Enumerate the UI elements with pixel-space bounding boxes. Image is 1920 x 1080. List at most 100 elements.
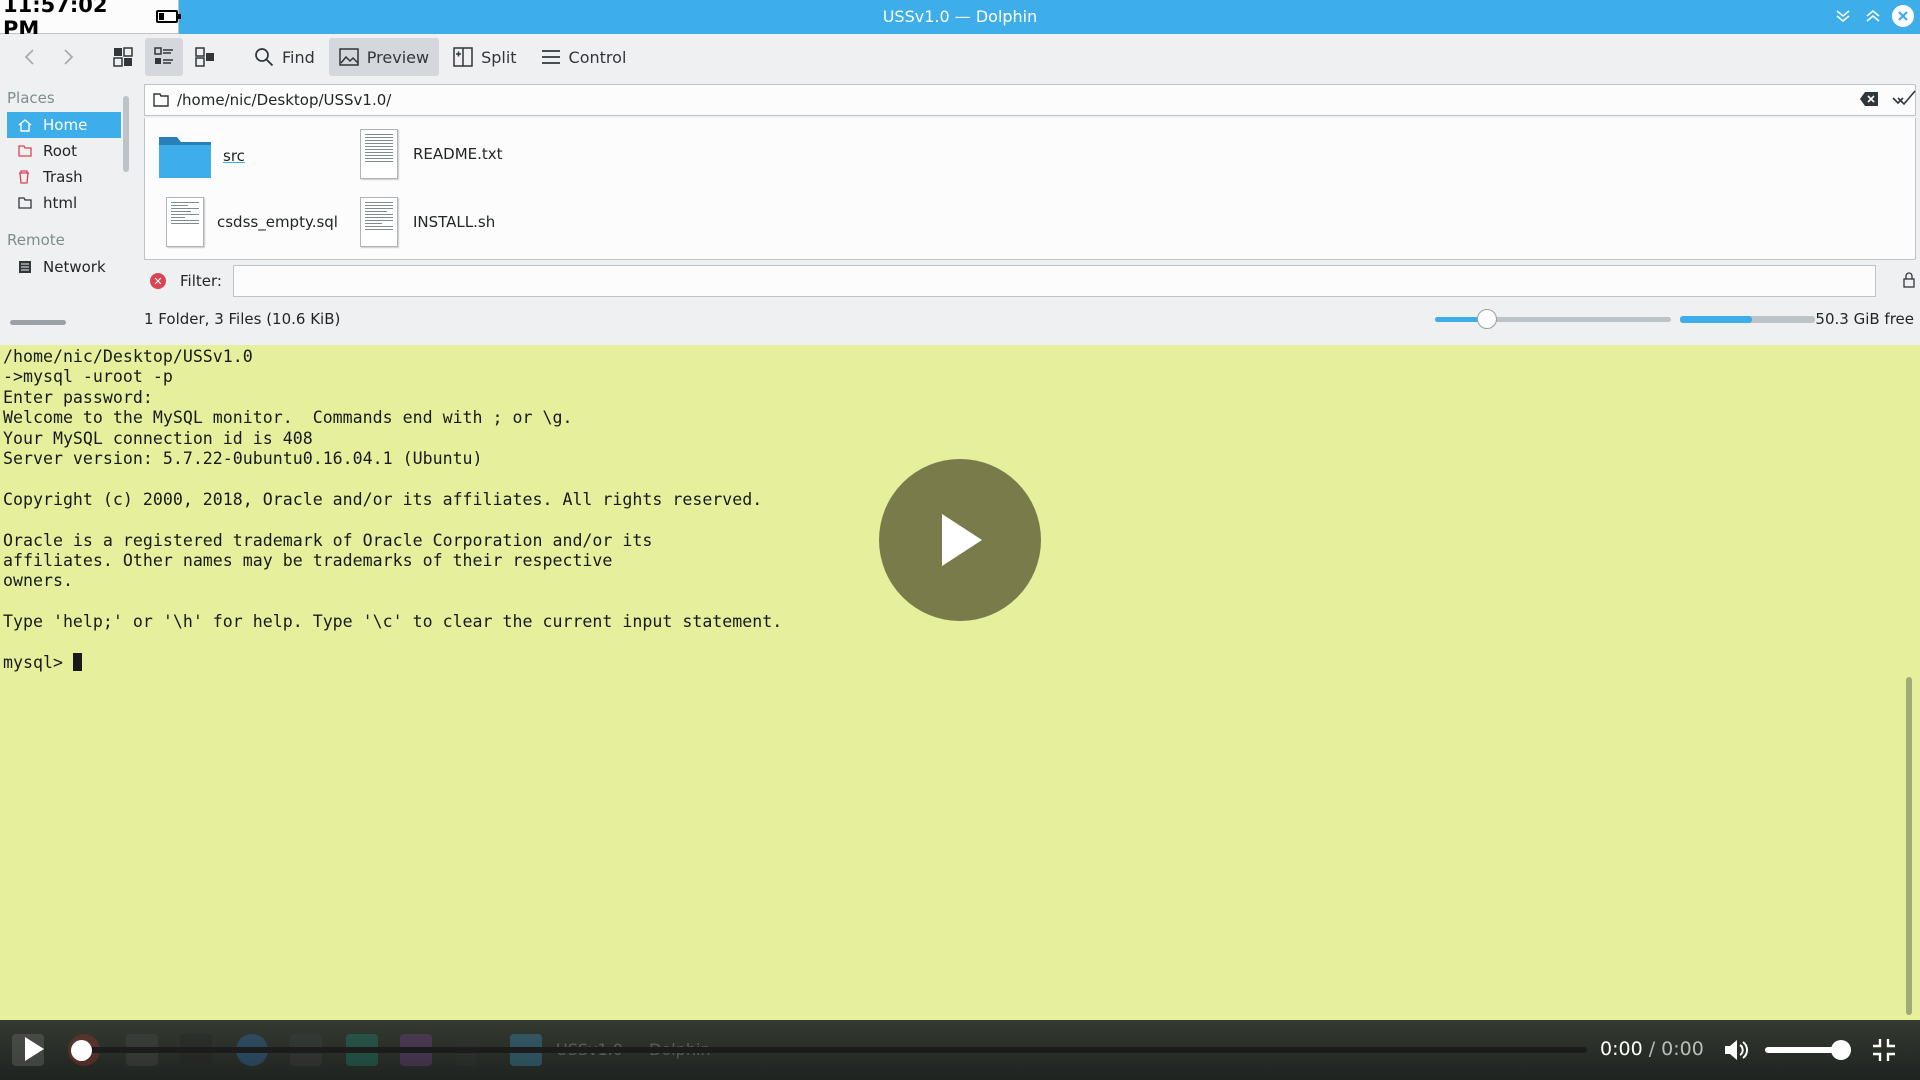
volume-icon: [1725, 1040, 1748, 1060]
find-label: Find: [282, 47, 315, 67]
sidebar-item-html[interactable]: html: [7, 190, 121, 216]
file-item-src[interactable]: src: [157, 130, 245, 182]
chevron-up-icon: [1866, 9, 1880, 22]
forward-button[interactable]: [52, 40, 86, 74]
list-view-icon: [154, 47, 173, 64]
total-time: 0:00: [1661, 1038, 1704, 1060]
file-item-install[interactable]: INSTALL.sh: [359, 196, 495, 248]
minimize-button[interactable]: [1832, 5, 1854, 27]
back-button[interactable]: [12, 40, 46, 74]
terminal-panel[interactable]: /home/nic/Desktop/USSv1.0 ->mysql -uroot …: [0, 345, 1920, 1020]
folder-icon: [157, 130, 213, 182]
location-bar[interactable]: /home/nic/Desktop/USSv1.0/: [144, 84, 1916, 116]
places-header: Places: [7, 89, 55, 107]
folder-icon: [153, 93, 169, 107]
close-filter-button[interactable]: ✕: [150, 273, 166, 289]
search-icon: [254, 47, 274, 67]
play-button[interactable]: [22, 1035, 46, 1067]
hamburger-menu-icon: [541, 49, 561, 65]
lock-icon[interactable]: [1902, 272, 1916, 292]
home-icon: [18, 118, 34, 132]
video-play-overlay-button[interactable]: [879, 459, 1041, 621]
sidebar-scrollbar[interactable]: [123, 96, 129, 172]
sidebar-item-label: Root: [43, 142, 77, 160]
volume-handle[interactable]: [1831, 1040, 1851, 1060]
time-separator: /: [1642, 1038, 1662, 1060]
grid-view-icon: [113, 47, 133, 67]
file-name: src: [223, 147, 245, 165]
zoom-slider-handle[interactable]: [1476, 309, 1497, 329]
location-path: /home/nic/Desktop/USSv1.0/: [177, 91, 392, 109]
close-button[interactable]: [1892, 5, 1914, 27]
file-name: README.txt: [413, 145, 503, 163]
status-bar: 1 Folder, 3 Files (10.6 KiB) 50.3 GiB fr…: [144, 306, 1916, 332]
sidebar-horizontal-scrollbar[interactable]: [10, 320, 66, 325]
play-icon: [942, 514, 982, 566]
zoom-slider[interactable]: [1435, 309, 1671, 329]
arrow-left-icon: [24, 49, 34, 65]
folder-icon: [18, 197, 34, 209]
seek-bar[interactable]: [82, 1047, 1587, 1053]
icons-view-button[interactable]: [104, 38, 142, 76]
sql-file-icon: [165, 196, 205, 248]
filter-input[interactable]: [233, 265, 1876, 297]
sidebar-item-home[interactable]: Home: [7, 112, 121, 138]
folder-summary: 1 Folder, 3 Files (10.6 KiB): [144, 310, 341, 328]
preview-button[interactable]: Preview: [328, 38, 440, 76]
filter-label: Filter:: [180, 272, 222, 290]
find-button[interactable]: Find: [244, 38, 325, 76]
checkmark-icon: [1897, 90, 1916, 106]
seek-handle[interactable]: [71, 1040, 92, 1061]
file-name: csdss_empty.sql: [217, 213, 338, 231]
preview-label: Preview: [366, 47, 430, 67]
text-file-icon: [359, 128, 399, 180]
close-icon: [1898, 11, 1908, 21]
disk-space-used: [1680, 316, 1752, 323]
sidebar-item-label: html: [43, 194, 78, 212]
arrow-right-icon: [64, 49, 74, 65]
sidebar-item-root[interactable]: Root: [7, 138, 121, 164]
trash-icon: [18, 170, 34, 184]
sidebar-item-label: Trash: [43, 168, 83, 186]
video-controls: USSv1.0 — Dolphin 0:00 / 0:00: [0, 1020, 1920, 1080]
terminal-scrollbar[interactable]: [1906, 677, 1912, 1015]
confirm-location-button[interactable]: [1896, 88, 1916, 112]
exit-fullscreen-button[interactable]: [1871, 1037, 1897, 1067]
split-label: Split: [481, 47, 517, 67]
clock-overlay: 11:57:02 PM: [0, 0, 181, 41]
file-item-csdss-empty[interactable]: csdss_empty.sql: [165, 196, 338, 248]
window-controls: [1832, 5, 1914, 27]
remote-header: Remote: [7, 231, 65, 249]
split-view-icon: [453, 47, 473, 67]
file-view[interactable]: src README.txt csdss_empty.sql INSTALL.s…: [144, 118, 1916, 260]
terminal-line: Enter password:: [3, 387, 153, 407]
toolbar: Find Preview Split Control: [0, 34, 1920, 80]
sidebar-item-network[interactable]: Network: [7, 254, 121, 280]
control-menu-button[interactable]: Control: [531, 38, 637, 76]
terminal-prompt-line: mysql>: [3, 652, 1920, 673]
folder-red-icon: [18, 145, 34, 157]
tree-view-icon: [195, 47, 214, 67]
details-view-button[interactable]: [186, 38, 224, 76]
maximize-button[interactable]: [1862, 5, 1884, 27]
split-button[interactable]: Split: [443, 38, 526, 76]
filter-bar: ✕ Filter:: [144, 263, 1916, 299]
sidebar-item-trash[interactable]: Trash: [7, 164, 121, 190]
sidebar-item-label: Network: [43, 258, 106, 276]
terminal-line: Welcome to the MySQL monitor. Commands e…: [3, 408, 573, 428]
compact-view-button[interactable]: [145, 38, 183, 76]
current-time: 0:00: [1600, 1038, 1643, 1060]
control-label: Control: [568, 47, 627, 67]
places-panel: Places Home Root Trash html Remote Netwo…: [0, 84, 132, 334]
playback-time: 0:00 / 0:00: [1600, 1038, 1704, 1060]
exit-fullscreen-icon: [1873, 1039, 1895, 1061]
terminal-line: Your MySQL connection id is 408: [3, 428, 313, 448]
text-cursor: [72, 652, 82, 671]
play-icon: [25, 1037, 44, 1061]
mysql-prompt: mysql>: [3, 652, 73, 672]
terminal-line: /home/nic/Desktop/USSv1.0: [3, 347, 253, 366]
mute-button[interactable]: [1722, 1036, 1750, 1068]
clear-location-button[interactable]: [1859, 91, 1879, 111]
file-item-readme[interactable]: README.txt: [359, 128, 503, 180]
